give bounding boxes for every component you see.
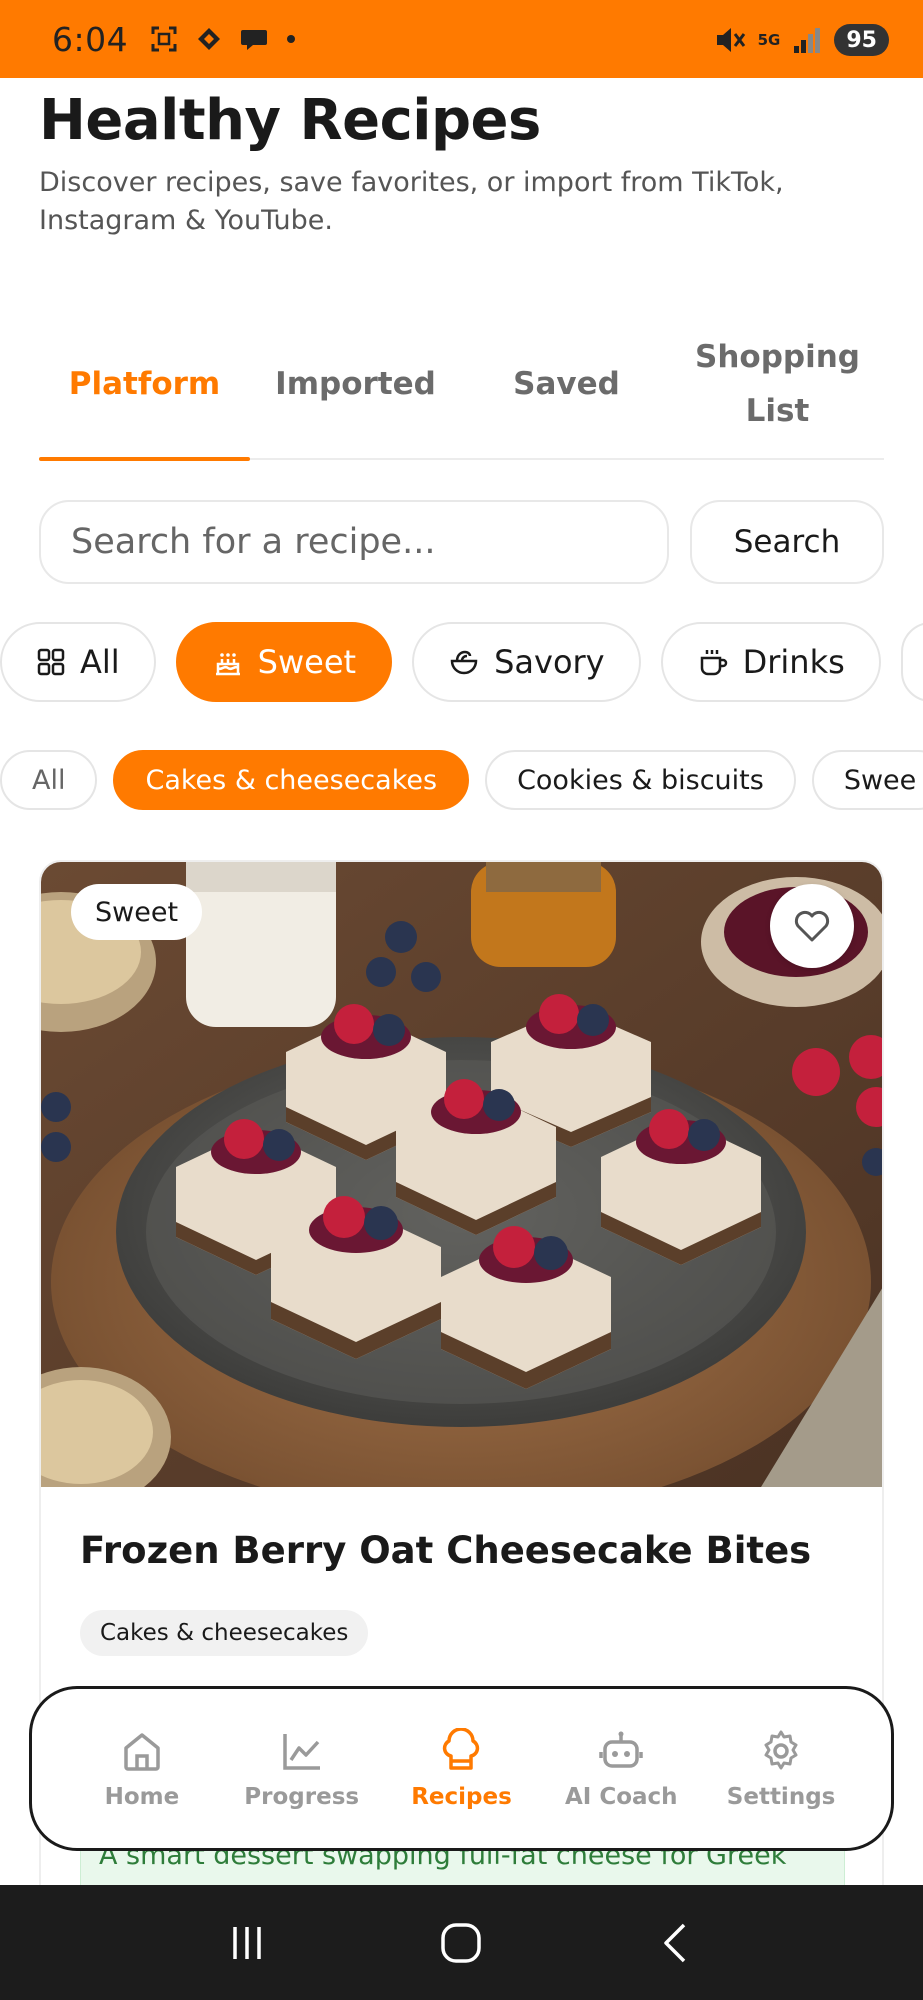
category-chip-label: Savory: [494, 643, 605, 681]
category-chip-savory[interactable]: Savory: [412, 622, 641, 702]
recent-apps-icon: [233, 1926, 261, 1959]
status-system-icons: 5G 95: [714, 24, 889, 56]
subcategory-chip-sweets[interactable]: Swee: [811, 750, 923, 810]
tab-bar: Platform Imported Saved Shopping List: [39, 310, 884, 461]
mute-icon: [716, 28, 745, 52]
category-chip-drinks[interactable]: Drinks: [660, 622, 881, 702]
dot-icon: [287, 35, 296, 43]
category-chips: All Sweet Savory Drinks: [0, 622, 923, 704]
nav-label: Settings: [726, 1783, 836, 1810]
recipe-image: [41, 862, 882, 1487]
tab-shopping-list-label: Shopping List: [695, 339, 860, 429]
tab-saved[interactable]: Saved: [461, 310, 672, 458]
tab-platform[interactable]: Platform: [39, 310, 250, 461]
search-button[interactable]: Search: [690, 500, 884, 584]
nav-ai-coach[interactable]: AI Coach: [546, 1728, 696, 1810]
page-title: Healthy Recipes: [39, 88, 541, 153]
category-chip-label: Drinks: [742, 643, 845, 681]
category-chip-more[interactable]: [900, 622, 923, 702]
nav-progress[interactable]: Progress: [227, 1728, 377, 1810]
recent-apps-button[interactable]: [207, 1903, 287, 1983]
subcategory-chip-cookies[interactable]: Cookies & biscuits: [485, 750, 796, 810]
nav-home[interactable]: Home: [67, 1728, 217, 1810]
chart-icon: [282, 1733, 320, 1770]
nav-label: Recipes: [411, 1783, 512, 1810]
recipe-category-badge: Sweet: [71, 884, 203, 940]
nav-label: Progress: [244, 1783, 360, 1810]
category-chip-label: Sweet: [257, 643, 357, 681]
category-chip-label: All: [80, 643, 120, 681]
cup-icon: [697, 647, 729, 677]
subcategory-chips: All Cakes & cheesecakes Cookies & biscui…: [0, 750, 923, 812]
bowl-icon: [448, 647, 480, 677]
network-type: 5G: [757, 31, 781, 49]
signal-icon: [794, 28, 821, 53]
page-subtitle: Discover recipes, save favorites, or imp…: [39, 167, 784, 236]
home-circle-icon: [441, 1922, 482, 1963]
status-time: 6:04: [52, 19, 129, 59]
nav-label: AI Coach: [564, 1783, 678, 1810]
back-icon: [664, 1923, 686, 1962]
chef-hat-icon: [443, 1727, 480, 1770]
diamond-icon: [198, 28, 221, 50]
recipe-title[interactable]: Frozen Berry Oat Cheesecake Bites: [80, 1529, 811, 1572]
status-notification-icons: [150, 25, 296, 53]
cake-icon: [212, 647, 244, 677]
chat-icon: [241, 30, 268, 50]
recipe-tag: Cakes & cheesecakes: [80, 1610, 369, 1656]
home-button[interactable]: [421, 1903, 501, 1983]
bottom-nav: Home Progress Recipes AI Coach Settings: [29, 1686, 894, 1851]
nav-settings[interactable]: Settings: [706, 1728, 856, 1810]
tab-shopping-list[interactable]: Shopping List: [672, 310, 883, 458]
nav-recipes[interactable]: Recipes: [386, 1727, 536, 1810]
status-bar: 6:04 5G 95: [0, 0, 923, 78]
heart-icon: [794, 910, 830, 942]
grid-icon: [36, 647, 66, 677]
home-icon: [124, 1732, 160, 1771]
tab-imported[interactable]: Imported: [250, 310, 461, 458]
subcategory-chip-cakes[interactable]: Cakes & cheesecakes: [113, 750, 470, 810]
gear-icon: [764, 1730, 798, 1769]
favorite-button[interactable]: [770, 884, 854, 968]
search-input[interactable]: [39, 500, 669, 584]
category-chip-all[interactable]: All: [0, 622, 156, 702]
back-button[interactable]: [636, 1903, 716, 1983]
battery-level: 95: [846, 27, 877, 53]
system-nav-bar: [0, 1885, 923, 2000]
battery-icon: 95: [834, 24, 889, 56]
screenshot-icon: [151, 26, 177, 52]
nav-label: Home: [104, 1783, 180, 1810]
subcategory-chip-all[interactable]: All: [0, 750, 98, 810]
category-chip-sweet[interactable]: Sweet: [175, 622, 393, 702]
robot-icon: [599, 1731, 644, 1768]
